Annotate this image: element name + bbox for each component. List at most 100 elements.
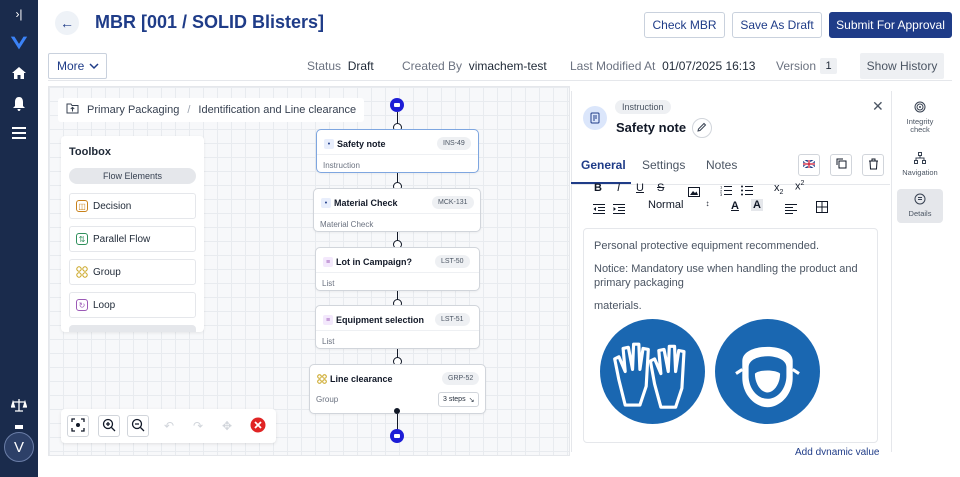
move-icon: ✥	[221, 419, 233, 433]
node-type-tag: Instruction	[615, 100, 671, 114]
tab-general[interactable]: General	[581, 158, 626, 172]
text-style-value: Normal	[648, 199, 684, 211]
menu-icon[interactable]	[9, 123, 29, 143]
node-divider	[317, 154, 478, 155]
fit-view-button[interactable]	[67, 415, 89, 437]
redo-button[interactable]: ↷	[187, 415, 209, 437]
ordered-list-button[interactable]: 123	[720, 183, 732, 201]
chevron-down-icon	[89, 59, 99, 73]
table-icon	[816, 200, 828, 217]
breadcrumb-item[interactable]: Primary Packaging	[87, 104, 179, 116]
undo-button[interactable]: ↶	[158, 415, 180, 437]
save-draft-button[interactable]: Save As Draft	[732, 12, 822, 38]
bell-icon[interactable]	[9, 94, 29, 114]
more-dropdown[interactable]: More	[48, 53, 107, 79]
flow-start-terminal[interactable]	[390, 98, 404, 112]
bold-button[interactable]: B	[594, 182, 602, 194]
instruction-icon: •	[324, 139, 334, 149]
toolbox-item-loop[interactable]: ↻ Loop	[69, 292, 196, 318]
text-style-select[interactable]: Normal ↕	[648, 199, 714, 211]
list-icon: ≡	[323, 315, 333, 325]
duplicate-button[interactable]	[830, 154, 852, 176]
lock-icon	[9, 422, 29, 430]
flow-node-lot-in-campaign[interactable]: ≡ Lot in Campaign? LST-50 List	[315, 247, 480, 291]
add-dynamic-value-link[interactable]: Add dynamic value	[795, 447, 880, 455]
strike-button[interactable]: S	[657, 182, 664, 194]
toolbox-item-label: Loop	[93, 299, 116, 311]
folder-up-icon[interactable]	[66, 103, 79, 117]
flow-node-material-check[interactable]: • Material Check MCK-131 Material Check	[313, 188, 481, 232]
steps-badge[interactable]: 3 steps ↘	[438, 392, 480, 407]
font-color-button[interactable]: A	[731, 200, 739, 212]
sidebar-item-integrity-check[interactable]: Integrity check	[897, 97, 943, 138]
move-button[interactable]: ✥	[216, 415, 238, 437]
node-code: MCK-131	[432, 196, 474, 209]
align-button[interactable]	[785, 201, 797, 219]
subscript-button[interactable]: x2	[774, 182, 783, 196]
node-type: List	[322, 279, 335, 288]
flow-end-terminal[interactable]	[390, 429, 404, 443]
outdent-button[interactable]	[593, 201, 605, 219]
loop-icon: ↻	[76, 299, 88, 311]
app-root: ›| V ← MBR [001 / SOLID Blisters] Check …	[0, 0, 960, 477]
scale-icon[interactable]	[9, 395, 29, 415]
left-nav-rail: ›|	[0, 0, 38, 477]
font-color-icon: A	[731, 200, 739, 212]
sidebar-item-label: Details	[908, 209, 932, 218]
zoom-in-button[interactable]	[98, 415, 120, 437]
show-history-button[interactable]: Show History	[860, 53, 944, 79]
sidebar-item-details[interactable]: Details	[897, 189, 943, 223]
toolbox-item-decision[interactable]: ◫ Decision	[69, 193, 196, 219]
breadcrumb-separator: /	[187, 104, 191, 116]
delete-node-button[interactable]	[862, 154, 884, 176]
close-panel-button[interactable]: ✕	[872, 98, 884, 115]
node-code: LST-50	[435, 255, 470, 268]
toolbox-item-group[interactable]: Group	[69, 259, 196, 285]
check-mbr-button[interactable]: Check MBR	[644, 12, 725, 38]
arrow-down-right-icon: ↘	[468, 396, 475, 404]
created-value: vimachem-test	[468, 59, 547, 73]
tab-notes[interactable]: Notes	[706, 158, 737, 172]
toolbox-scroll-hint	[69, 325, 196, 332]
flow-node-safety-note[interactable]: • Safety note INS-49 Instruction	[316, 129, 479, 173]
sidebar-item-navigation[interactable]: Navigation	[897, 148, 943, 181]
back-button[interactable]: ←	[55, 11, 79, 35]
logo-icon	[9, 33, 29, 53]
svg-text:3: 3	[720, 192, 723, 196]
flow-node-equipment-selection[interactable]: ≡ Equipment selection LST-51 List	[315, 305, 480, 349]
delete-flow-button[interactable]	[247, 415, 269, 437]
italic-button[interactable]: I	[617, 182, 620, 194]
rich-text-editor[interactable]: Personal protective equipment recommende…	[583, 228, 878, 443]
flow-node-line-clearance[interactable]: Line clearance GRP-52 Group 3 steps ↘	[309, 364, 486, 414]
home-icon[interactable]	[9, 63, 29, 83]
edit-title-button[interactable]	[692, 118, 712, 138]
close-icon: ✕	[872, 98, 884, 114]
node-title: Lot in Campaign?	[336, 257, 412, 267]
language-button[interactable]	[798, 154, 820, 176]
uk-flag-icon	[802, 159, 816, 171]
steps-count: 3 steps	[443, 396, 466, 403]
expand-nav-icon[interactable]: ›|	[9, 4, 29, 24]
node-code: LST-51	[435, 313, 470, 326]
underline-button[interactable]: U	[636, 182, 644, 194]
more-label: More	[57, 59, 85, 73]
highlight-icon: A	[753, 199, 761, 211]
table-button[interactable]	[816, 200, 828, 218]
copy-icon	[836, 158, 847, 172]
indent-button[interactable]	[613, 201, 625, 219]
node-title: Equipment selection	[336, 315, 425, 325]
editor-paragraph: Notice: Mandatory use when handling the …	[594, 263, 858, 275]
node-title: Material Check	[334, 198, 398, 208]
right-sidebar	[891, 91, 952, 452]
avatar[interactable]: V	[4, 432, 34, 462]
toolbox-item-parallel-flow[interactable]: ⇅ Parallel Flow	[69, 226, 196, 252]
zoom-out-button[interactable]	[127, 415, 149, 437]
fingerprint-icon	[914, 101, 926, 115]
tab-settings[interactable]: Settings	[642, 158, 685, 172]
node-type: Material Check	[320, 220, 374, 229]
breadcrumb-item: Identification and Line clearance	[198, 104, 357, 116]
instruction-icon	[583, 106, 607, 130]
highlight-button[interactable]: A	[751, 199, 763, 211]
submit-approval-button[interactable]: Submit For Approval	[829, 12, 952, 38]
superscript-button[interactable]: x2	[795, 180, 804, 193]
